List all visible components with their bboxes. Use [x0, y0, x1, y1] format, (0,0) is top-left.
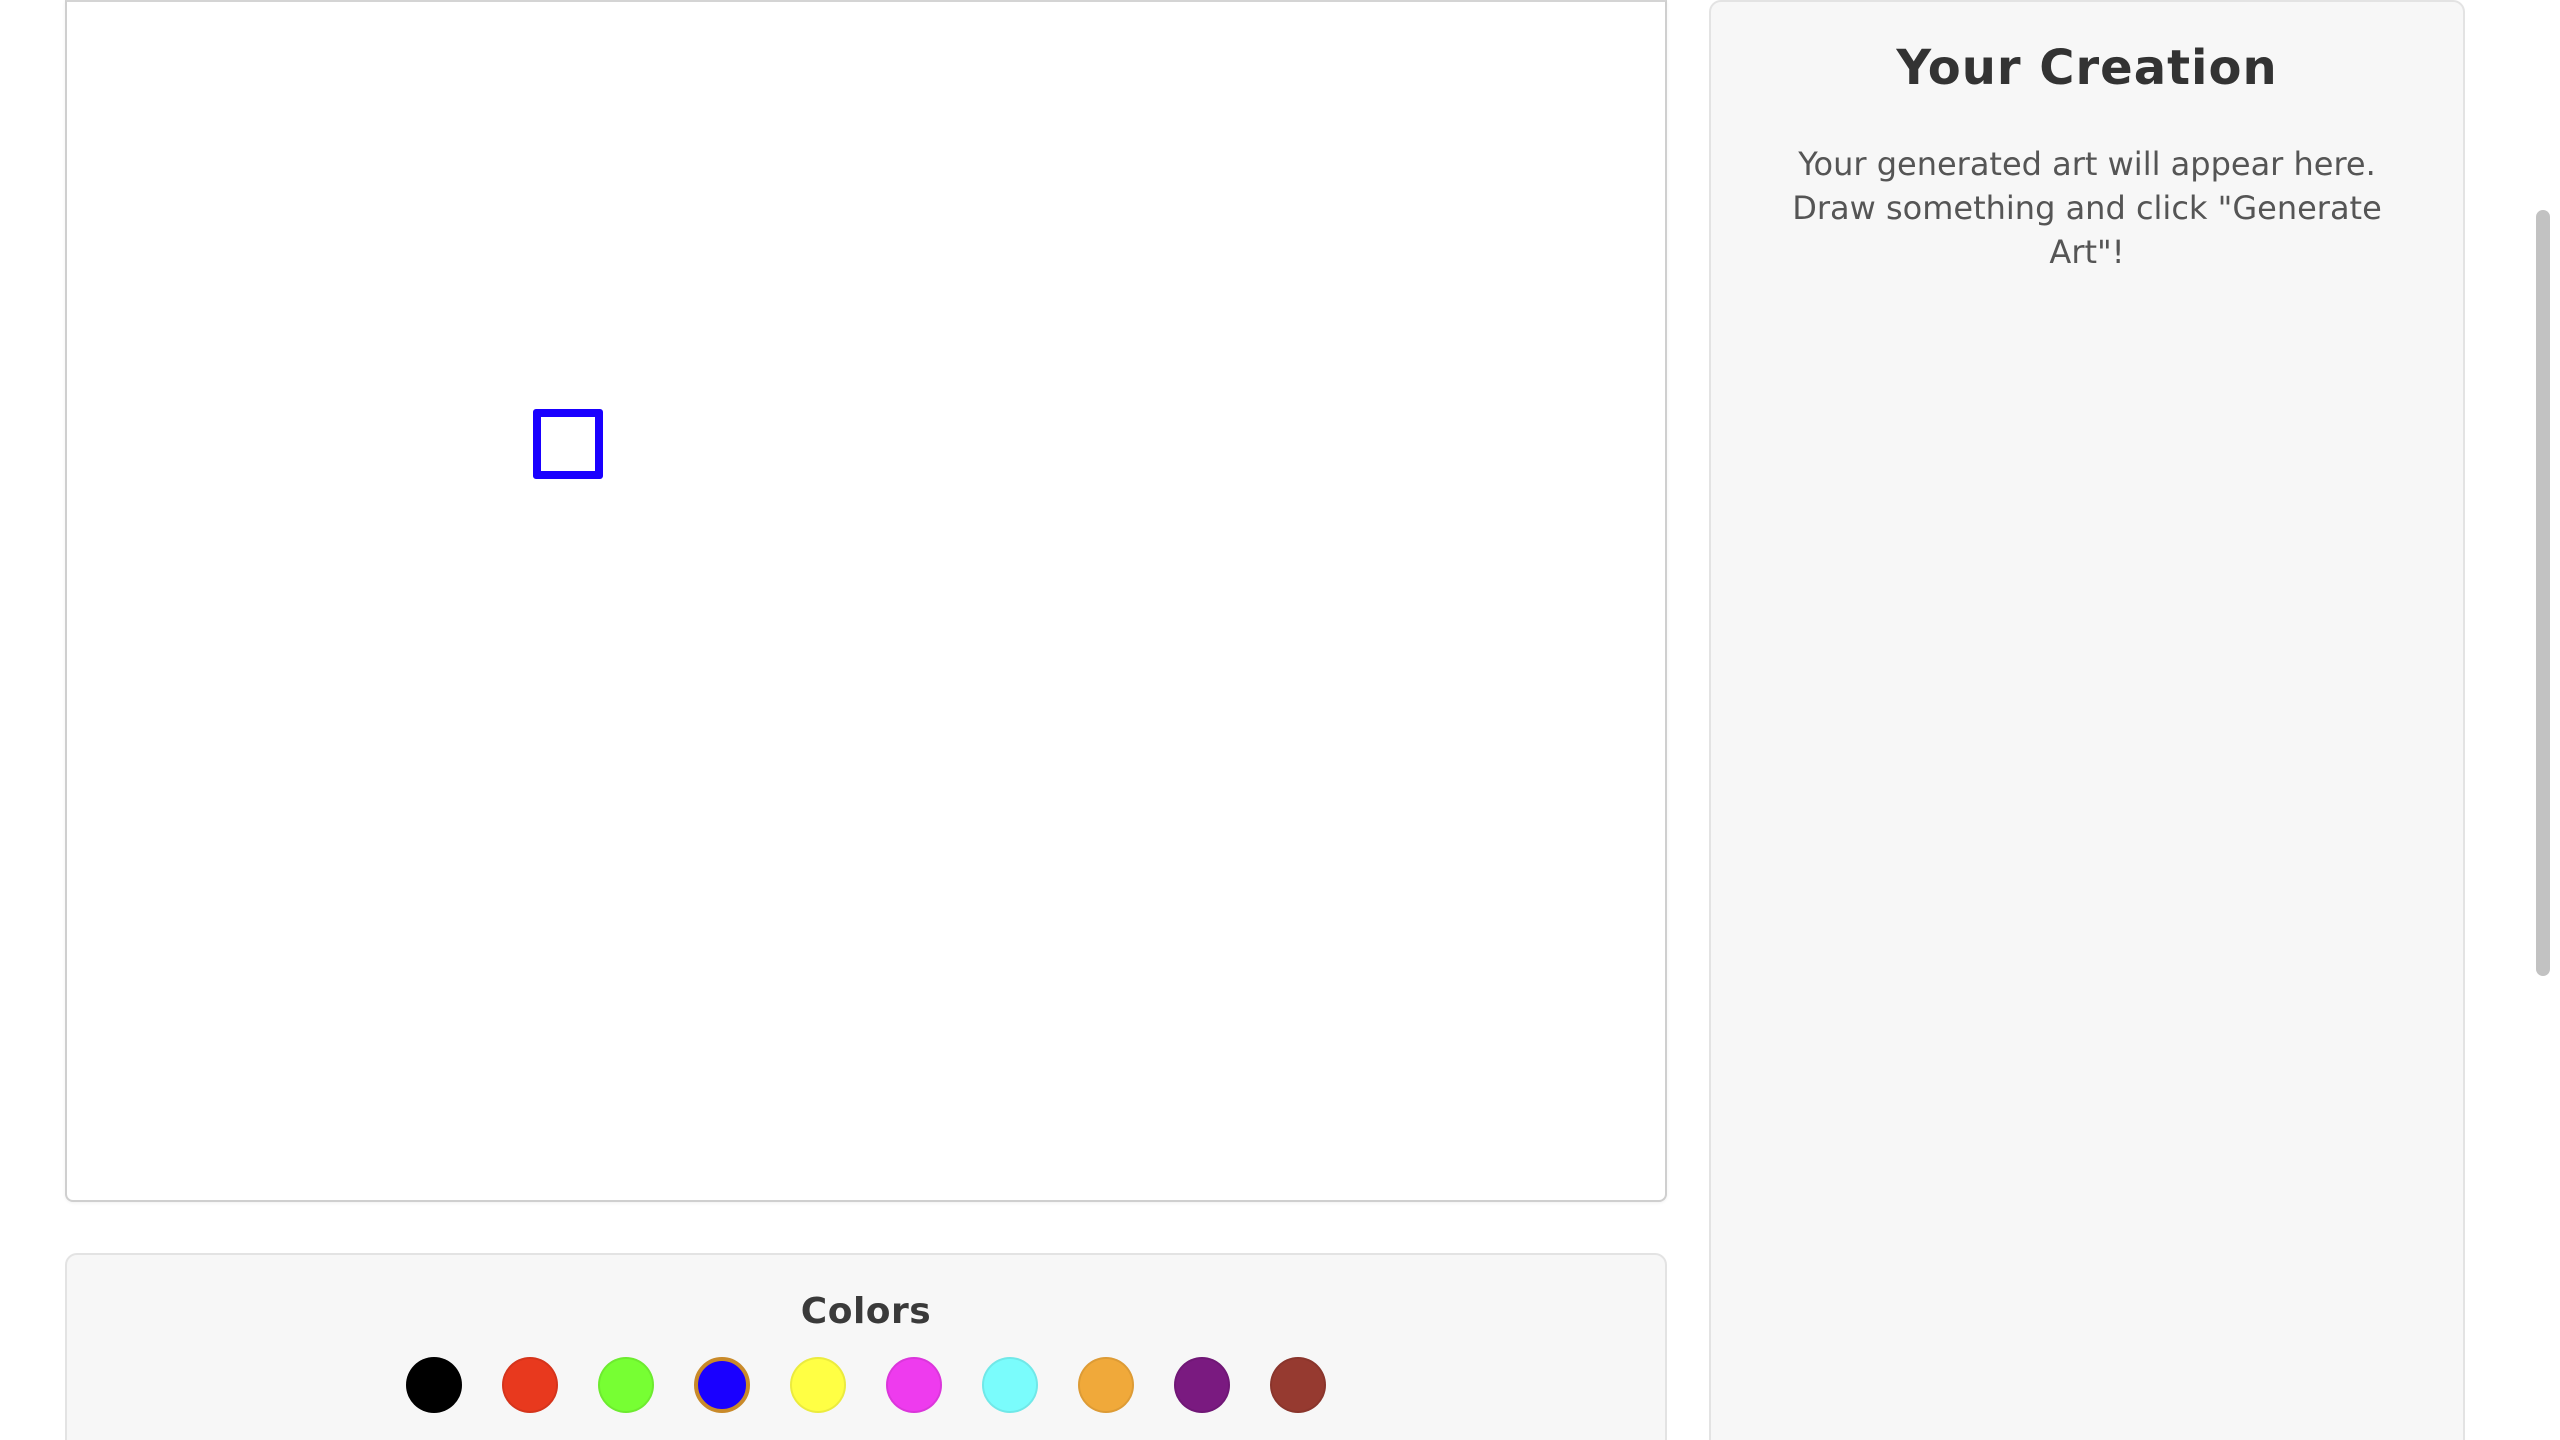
colors-title: Colors	[800, 1291, 932, 1332]
drawing-canvas[interactable]	[65, 0, 1667, 1202]
page: Colors Your Creation Your generated art …	[0, 0, 2560, 1440]
color-swatch-green[interactable]	[598, 1357, 654, 1413]
color-swatch-brown[interactable]	[1270, 1357, 1326, 1413]
color-swatch-yellow[interactable]	[790, 1357, 846, 1413]
color-swatch-black[interactable]	[406, 1357, 462, 1413]
creation-title: Your Creation	[1896, 40, 2278, 96]
color-swatch-purple[interactable]	[1174, 1357, 1230, 1413]
color-swatch-red[interactable]	[502, 1357, 558, 1413]
scrollbar-thumb[interactable]	[2536, 210, 2550, 976]
drawn-square-stroke	[533, 409, 603, 479]
color-swatch-orange[interactable]	[1078, 1357, 1134, 1413]
creation-placeholder-text: Your generated art will appear here. Dra…	[1792, 145, 2382, 271]
color-swatch-blue[interactable]	[694, 1357, 750, 1413]
color-swatches	[67, 1357, 1665, 1413]
color-swatch-magenta[interactable]	[886, 1357, 942, 1413]
colors-panel: Colors	[65, 1253, 1667, 1440]
creation-panel: Your Creation Your generated art will ap…	[1709, 0, 2465, 1440]
color-swatch-cyan[interactable]	[982, 1357, 1038, 1413]
